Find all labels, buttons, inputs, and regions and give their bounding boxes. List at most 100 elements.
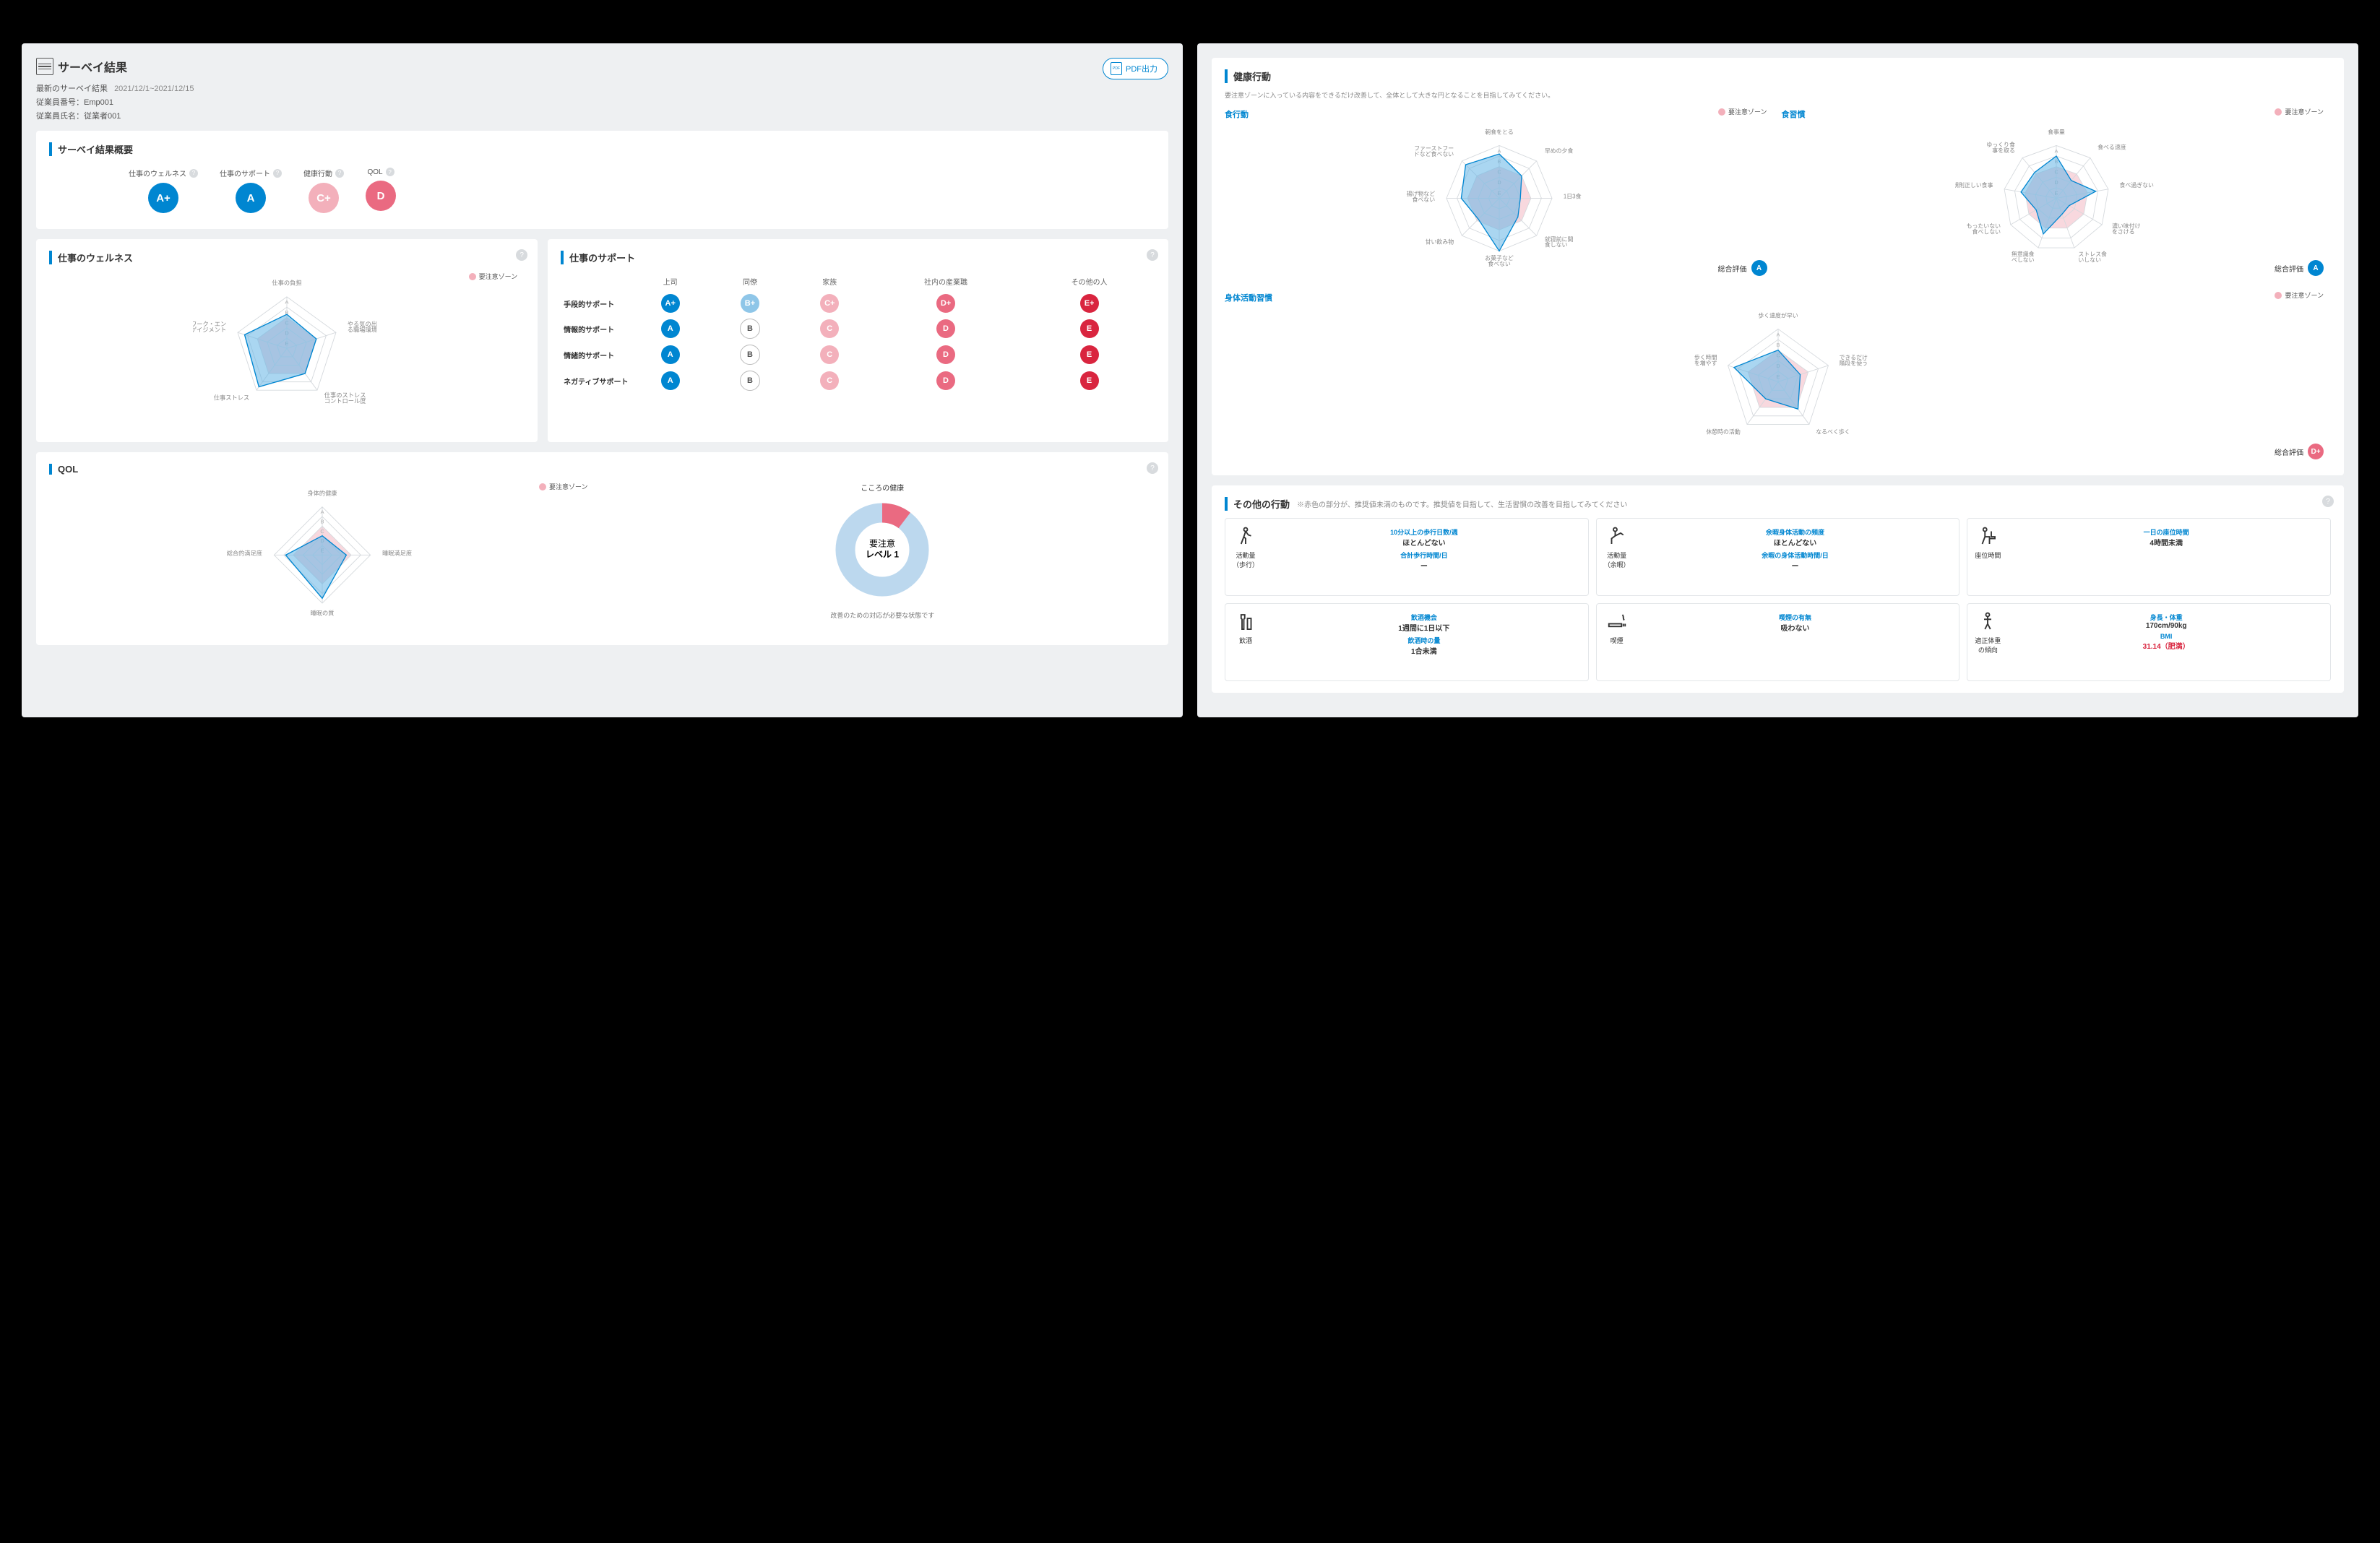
grade-badge: C bbox=[820, 345, 839, 364]
grade-badge: D bbox=[936, 319, 955, 338]
svg-text:を増やす: を増やす bbox=[1694, 359, 1717, 366]
caution-legend: 要注意ゾーン bbox=[469, 272, 518, 281]
svg-text:規則正しい食事: 規則正しい食事 bbox=[1955, 181, 1993, 189]
donut-title: こころの健康 bbox=[610, 482, 1156, 493]
grade-badge: D+ bbox=[2308, 444, 2324, 459]
grade-badge: E bbox=[1080, 371, 1099, 390]
svg-text:る職場環境: る職場環境 bbox=[348, 327, 377, 334]
grade-badge: E bbox=[1080, 345, 1099, 364]
support-title: 仕事のサポート bbox=[561, 251, 1155, 264]
grade-badge: B bbox=[740, 319, 760, 339]
help-icon[interactable]: ? bbox=[273, 169, 282, 178]
health-radar-cell: 食習慣 要注意ゾーン ABCDE食事量食べる速度食べ過ぎない濃い味付けをさけるス… bbox=[1782, 104, 2332, 280]
help-icon[interactable]: ? bbox=[335, 169, 344, 178]
table-row: 情緒的サポートABCDE bbox=[561, 342, 1155, 368]
svg-text:ゲイジメント: ゲイジメント bbox=[193, 327, 226, 334]
grade-badge: C+ bbox=[309, 183, 339, 213]
overview-item: 仕事のサポート? A bbox=[220, 168, 282, 213]
overview-item: QOL? D bbox=[366, 168, 396, 213]
svg-text:食べない: 食べない bbox=[1413, 196, 1436, 203]
caution-legend: 要注意ゾーン bbox=[539, 482, 588, 491]
other-title: その他の行動 ※赤色の部分が、推奨値未満のものです。推奨値を目指して、生活習慣の… bbox=[1225, 497, 2331, 511]
svg-text:要注意: 要注意 bbox=[869, 538, 895, 549]
wellness-radar-chart: ABCDE仕事の負担やる気の出る職場環境仕事のストレスコントロール度仕事ストレス… bbox=[193, 272, 381, 431]
grade-badge: A+ bbox=[661, 294, 680, 313]
table-row: ネガティブサポートABCDE bbox=[561, 368, 1155, 394]
overall-rating: 総合評価 A bbox=[1718, 260, 1767, 276]
svg-text:歩く速度が早い: 歩く速度が早い bbox=[1758, 312, 1798, 319]
page-left: サーベイ結果 最新のサーベイ結果 2021/12/1~2021/12/15 従業… bbox=[22, 43, 1183, 717]
qol-title: QOL bbox=[49, 464, 1155, 475]
svg-text:仕事の負担: 仕事の負担 bbox=[272, 279, 301, 286]
svg-text:をさける: をさける bbox=[2112, 228, 2135, 235]
document-icon bbox=[36, 58, 53, 75]
svg-text:甘い飲み物: 甘い飲み物 bbox=[1426, 238, 1454, 245]
svg-text:事を取る: 事を取る bbox=[1992, 147, 2015, 154]
grade-badge: A bbox=[661, 345, 680, 364]
svg-text:なるべく歩く: なるべく歩く bbox=[1816, 428, 1850, 435]
help-icon[interactable]: ? bbox=[516, 249, 527, 261]
behavior-tile: 適正体重の傾向 身長・体重170cm/90kg BMI31.14（肥満） bbox=[1967, 603, 2331, 681]
svg-text:休憩時の活動: 休憩時の活動 bbox=[1706, 428, 1741, 435]
emp-no-line: 従業員番号：Emp001 bbox=[36, 96, 194, 108]
grade-badge: A+ bbox=[148, 183, 178, 213]
svg-text:食べない: 食べない bbox=[1488, 260, 1511, 267]
health-radar-chart: ABCDE歩く速度が早いできるだけ階段を使うなるべく歩く休憩時の活動歩く時間を増… bbox=[1677, 305, 1879, 464]
svg-text:睡眠満足度: 睡眠満足度 bbox=[382, 549, 412, 556]
svg-text:朝食をとる: 朝食をとる bbox=[1485, 129, 1514, 136]
page-right: 健康行動 要注意ゾーンに入っている内容をできるだけ改善して、全体として大きな円と… bbox=[1197, 43, 2358, 717]
table-row: 情報的サポートABCDE bbox=[561, 316, 1155, 342]
radar-name: 食習慣 bbox=[1782, 108, 2332, 120]
svg-text:睡眠の質: 睡眠の質 bbox=[310, 609, 334, 616]
svg-text:コントロール度: コントロール度 bbox=[324, 397, 366, 405]
grade-badge: C bbox=[820, 371, 839, 390]
caution-legend: 要注意ゾーン bbox=[2275, 107, 2324, 116]
svg-text:べしない: べしない bbox=[2012, 256, 2035, 263]
grade-badge: D+ bbox=[936, 294, 955, 313]
qol-card: ? QOL 要注意ゾーン ABCDE身体的健康睡眠満足度睡眠の質総合的満足度 こ… bbox=[36, 452, 1168, 645]
grade-badge: A bbox=[661, 319, 680, 338]
grade-badge: D bbox=[936, 345, 955, 364]
health-radar-cell: 食行動 要注意ゾーン ABCDE朝食をとる早めの夕食1日3食就寝前に間食しないお… bbox=[1225, 104, 1775, 280]
grade-badge: A bbox=[2308, 260, 2324, 276]
grade-badge: A bbox=[1751, 260, 1767, 276]
health-radar-chart: ABCDE食事量食べる速度食べ過ぎない濃い味付けをさけるストレス食いしない無意識… bbox=[1955, 121, 2157, 280]
svg-text:身体的健康: 身体的健康 bbox=[307, 489, 337, 496]
grade-badge: A bbox=[661, 371, 680, 390]
overview-card: サーベイ結果概要 仕事のウェルネス? A+ 仕事のサポート? A 健康行動? C… bbox=[36, 131, 1168, 229]
grade-badge: D bbox=[936, 371, 955, 390]
grade-badge: B+ bbox=[741, 294, 759, 313]
behavior-tile: 活動量（余暇） 余暇身体活動の頻度ほとんどない 余暇の身体活動時間/日ー bbox=[1596, 518, 1960, 596]
svg-text:1日3食: 1日3食 bbox=[1564, 192, 1582, 199]
grade-badge: E+ bbox=[1080, 294, 1099, 313]
header: サーベイ結果 最新のサーベイ結果 2021/12/1~2021/12/15 従業… bbox=[36, 58, 1168, 124]
walk-icon: 活動量（歩行） bbox=[1231, 526, 1260, 588]
grade-badge: D bbox=[366, 181, 396, 211]
overall-rating: 総合評価 D+ bbox=[2275, 444, 2324, 459]
radar-name: 食行動 bbox=[1225, 108, 1775, 120]
wellness-title: 仕事のウェルネス bbox=[49, 251, 525, 264]
donut-caption: 改善のための対応が必要な状態です bbox=[610, 610, 1156, 620]
support-card: ? 仕事のサポート 上司同僚家族社内の産業職その他の人手段的サポートA+B+C+… bbox=[548, 239, 1168, 442]
help-icon[interactable]: ? bbox=[386, 168, 394, 176]
grade-badge: B bbox=[740, 345, 760, 365]
health-radar-cell: 身体活動習慣 要注意ゾーン ABCDE歩く速度が早いできるだけ階段を使うなるべく… bbox=[1225, 288, 2331, 464]
behavior-tile: 喫煙 喫煙の有無吸わない bbox=[1596, 603, 1960, 681]
sit-icon: 座位時間 bbox=[1973, 526, 2002, 588]
smoke-icon: 喫煙 bbox=[1603, 611, 1631, 673]
behavior-tile: 座位時間 一日の座位時間4時間未満 bbox=[1967, 518, 2331, 596]
svg-text:食べる速度: 食べる速度 bbox=[2097, 143, 2126, 150]
overview-title: サーベイ結果概要 bbox=[49, 142, 1155, 156]
caution-legend: 要注意ゾーン bbox=[2275, 290, 2324, 300]
pdf-icon: PDF bbox=[1111, 62, 1122, 75]
grade-badge: C+ bbox=[820, 294, 839, 313]
help-icon[interactable]: ? bbox=[1147, 249, 1158, 261]
svg-text:総合的満足度: 総合的満足度 bbox=[226, 549, 262, 556]
page-title: サーベイ結果 bbox=[36, 58, 194, 75]
pdf-export-button[interactable]: PDF PDF出力 bbox=[1103, 58, 1168, 79]
help-icon[interactable]: ? bbox=[1147, 462, 1158, 474]
help-icon[interactable]: ? bbox=[189, 169, 198, 178]
svg-text:食しない: 食しない bbox=[1545, 241, 1568, 248]
svg-text:レベル 1: レベル 1 bbox=[866, 550, 899, 560]
help-icon[interactable]: ? bbox=[2322, 496, 2334, 507]
